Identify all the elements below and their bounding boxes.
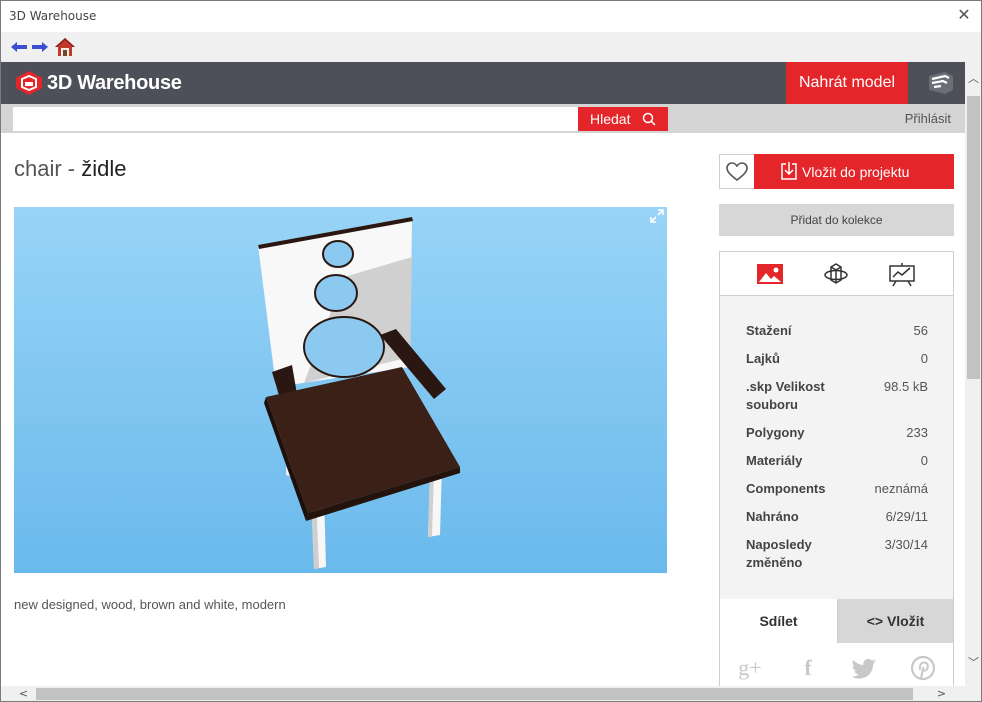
stats-list: Stažení 56 Lajků 0 .skp Velikost souboru… [746,322,928,582]
model-tags: new designed, wood, brown and white, mod… [14,597,286,612]
horizontal-scrollbar[interactable]: < > [1,686,965,701]
forward-arrow-icon[interactable] [30,38,50,56]
stat-row: Stažení 56 [746,322,928,340]
pinterest-icon[interactable] [910,655,936,681]
home-icon[interactable] [54,37,76,57]
share-tabs: Sdílet <> Vložit [720,599,953,643]
stat-row: Polygony 233 [746,424,928,442]
search-bar: Hledat Přihlásit [1,104,965,133]
3d-view-icon[interactable] [821,261,851,287]
stat-value: 6/29/11 [885,509,928,524]
browser-nav-bar [1,32,981,62]
insert-label: Vložit do projektu [802,164,910,180]
model-viewer[interactable] [14,207,667,573]
search-icon [642,112,656,126]
title-bar: 3D Warehouse ✕ [1,1,981,32]
stat-value: 56 [913,323,928,338]
scroll-up-icon[interactable]: ︿ [965,70,981,87]
vertical-scrollbar[interactable]: ︿ ﹀ [965,62,981,686]
stat-value: 0 [920,351,928,366]
close-icon[interactable]: ✕ [955,6,973,24]
stat-label: Naposledy změněno [746,537,812,570]
heart-icon [726,162,748,182]
stat-label: Materiály [746,453,803,468]
title-prefix: chair - [14,156,82,181]
view-tabs [720,252,953,296]
favorite-button[interactable] [719,154,755,189]
social-links: g+ f [720,643,953,690]
twitter-icon[interactable] [852,655,878,681]
scrollbar-corner [965,686,981,701]
stat-label: Stažení [746,323,792,338]
stat-label: .skp Velikost souboru [746,379,825,412]
search-button[interactable]: Hledat [578,107,668,131]
scroll-down-icon[interactable]: ﹀ [965,654,981,671]
chair-model-render [258,217,460,569]
stat-row: Lajků 0 [746,350,928,368]
stat-value: neznámá [874,481,928,496]
search-input[interactable] [13,107,579,131]
download-icon [781,162,797,180]
stat-label: Polygony [746,425,805,440]
stat-row: Components neznámá [746,480,928,498]
title-main: židle [81,156,127,181]
site-header: 3D Warehouse Nahrát model [1,62,965,104]
stat-label: Lajků [746,351,780,366]
google-plus-icon[interactable]: g+ [737,655,763,681]
warehouse-logo-icon [16,71,42,95]
window-title: 3D Warehouse [9,9,97,23]
presentation-icon[interactable] [887,261,917,287]
image-view-icon[interactable] [755,261,785,287]
vertical-scroll-thumb[interactable] [967,96,980,379]
stat-value: 233 [906,425,928,440]
stat-value: 98.5 kB [883,379,928,394]
model-info-panel: Stažení 56 Lajků 0 .skp Velikost souboru… [719,251,954,691]
stat-row: .skp Velikost souboru 98.5 kB [746,378,928,414]
site-logo[interactable]: 3D Warehouse [15,70,182,96]
stat-label: Components [746,481,826,496]
login-link[interactable]: Přihlásit [905,111,951,126]
page-title: chair - židle [14,156,127,182]
stat-value: 0 [920,453,928,468]
tab-share[interactable]: Sdílet [720,599,837,643]
app-window: 3D Warehouse ✕ 3D Warehouse Nahrát model [0,0,982,702]
stat-row: Nahráno 6/29/11 [746,508,928,526]
add-to-collection-button[interactable]: Přidat do kolekce [719,204,954,236]
facebook-icon[interactable]: f [795,655,821,681]
expand-icon[interactable] [650,209,664,223]
horizontal-scroll-thumb[interactable] [36,688,913,700]
insert-into-project-button[interactable]: Vložit do projektu [754,154,954,189]
stat-value: 3/30/14 [884,537,928,552]
back-arrow-icon[interactable] [9,38,29,56]
tab-embed[interactable]: <> Vložit [837,599,953,643]
stat-label: Nahráno [746,509,799,524]
scroll-right-icon[interactable]: > [933,686,950,701]
sketchup-icon[interactable] [923,70,957,96]
upload-model-button[interactable]: Nahrát model [786,62,908,104]
logo-text: 3D Warehouse [47,71,182,94]
scroll-left-icon[interactable]: < [15,686,32,701]
search-button-label: Hledat [590,111,631,127]
stat-row: Materiály 0 [746,452,928,470]
stat-row: Naposledy změněno 3/30/14 [746,536,928,572]
